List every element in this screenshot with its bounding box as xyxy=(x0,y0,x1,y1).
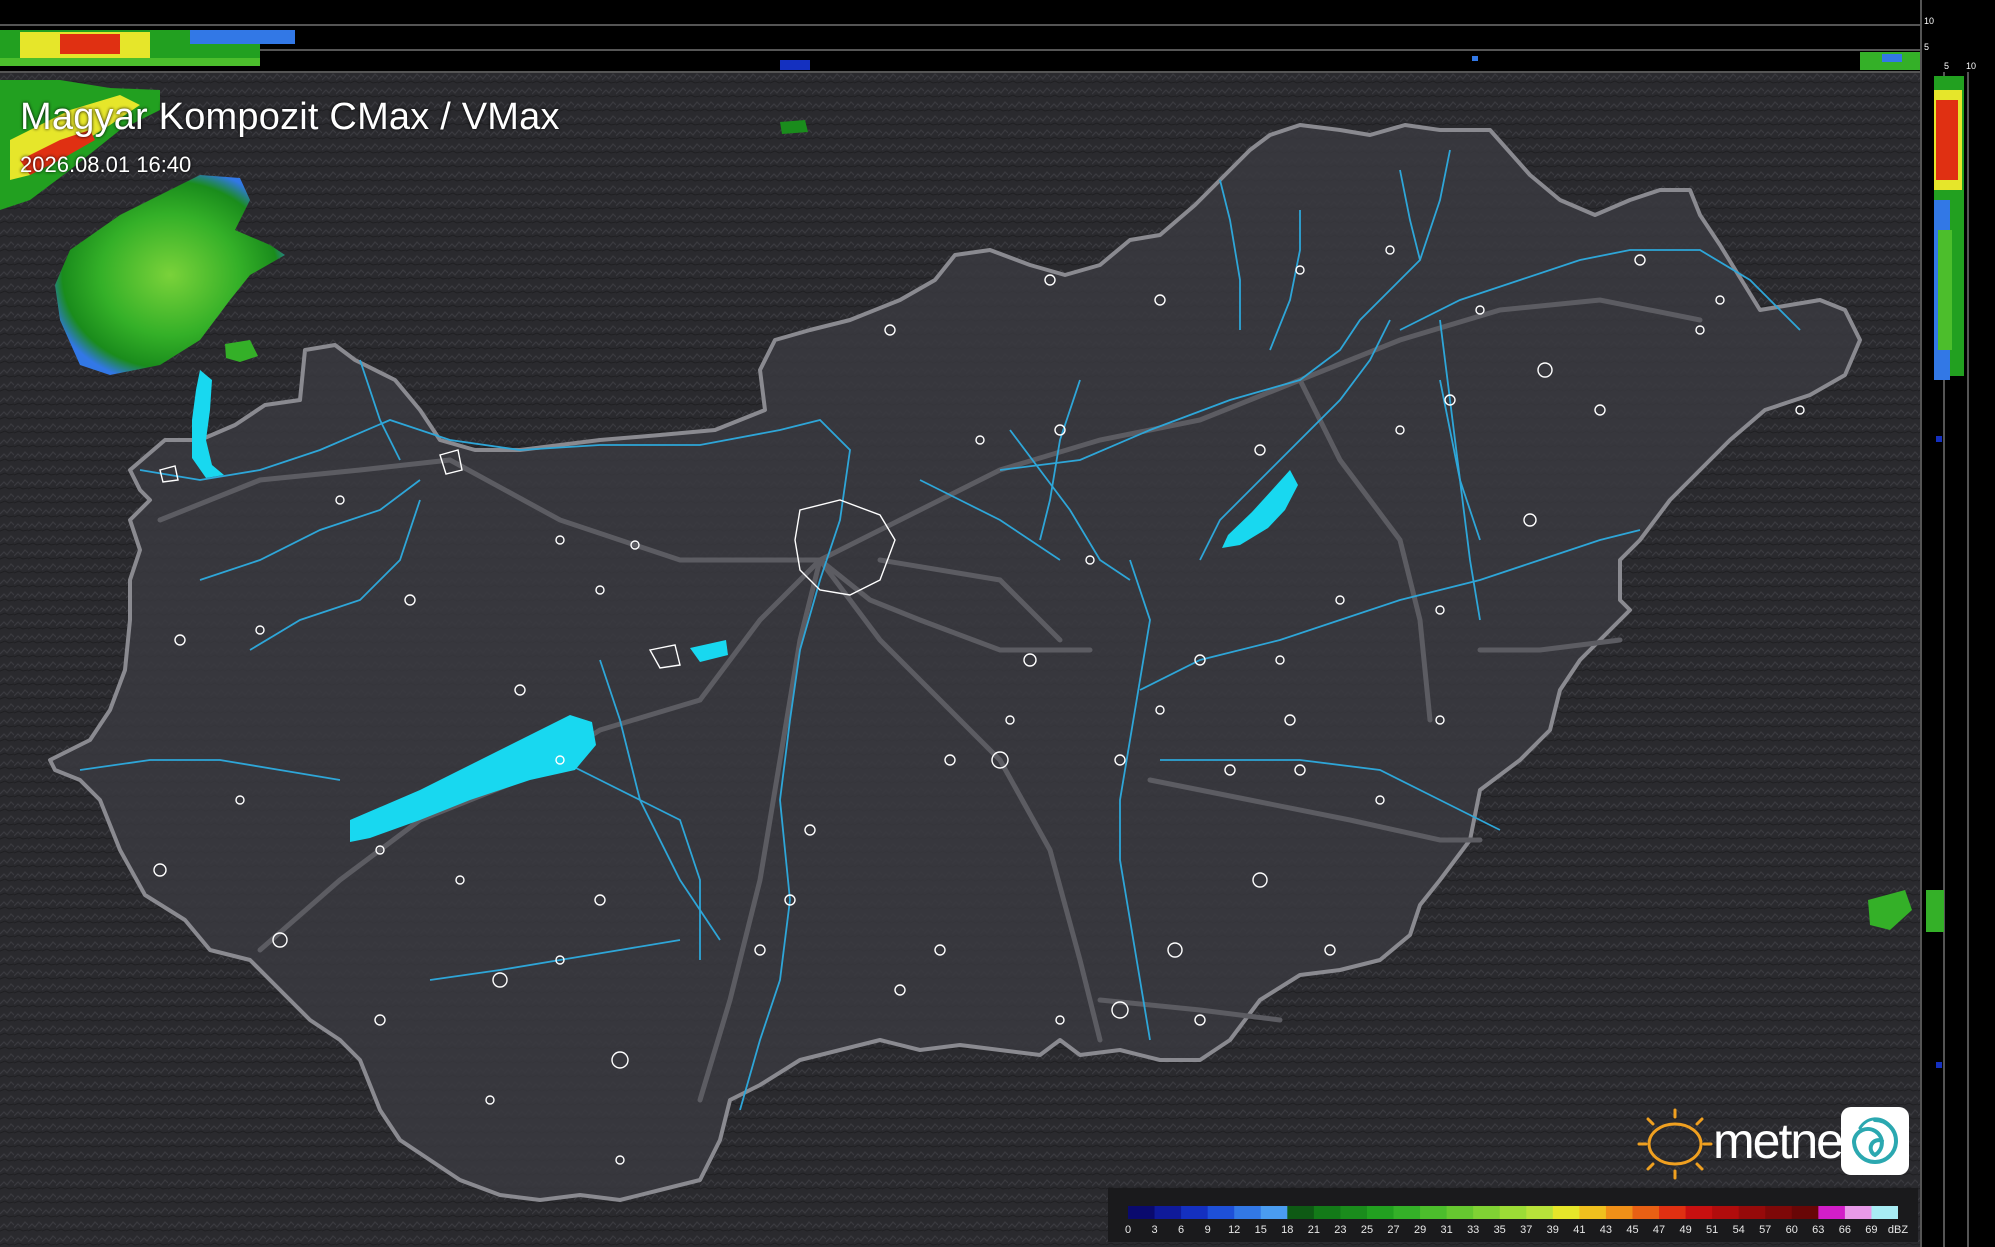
legend-swatch xyxy=(1659,1206,1687,1219)
legend-label: 12 xyxy=(1228,1224,1241,1236)
legend-swatch xyxy=(1366,1206,1395,1219)
dbz-legend: 0 3 6 9 12 15 18 21 23 25 27 29 31 33 35 37 39 41 43 45 47 49… xyxy=(1108,1188,1918,1242)
right-scale-tick-10: 10 xyxy=(1966,61,1977,71)
legend-swatch xyxy=(1207,1206,1235,1219)
map-title: Magyar Kompozit CMax / VMax xyxy=(20,96,560,138)
legend-swatch xyxy=(1712,1206,1740,1219)
legend-label: 29 xyxy=(1413,1224,1427,1236)
legend-swatch xyxy=(1791,1206,1819,1219)
legend-swatch xyxy=(1685,1206,1713,1219)
legend-labels: 0 3 6 9 12 15 18 21 23 25 27 29 31 33 35 37 39 41 43 45 47 49… xyxy=(1124,1224,1908,1240)
legend-swatch xyxy=(1632,1206,1660,1219)
legend-label: 6 xyxy=(1178,1224,1185,1236)
legend-label: 47 xyxy=(1652,1224,1666,1236)
legend-swatch xyxy=(1340,1206,1368,1219)
legend-swatch xyxy=(1154,1206,1182,1219)
brand-name: metnet xyxy=(1713,1113,1856,1169)
legend-label: 15 xyxy=(1254,1224,1267,1236)
top-scale-tick-10: 10 xyxy=(1924,16,1935,26)
top-scale-tick-5: 5 xyxy=(1924,42,1930,52)
legend-label: 31 xyxy=(1440,1224,1453,1236)
legend-swatch xyxy=(1579,1206,1607,1219)
map-timestamp: 2026.08.01 16:40 xyxy=(20,152,192,177)
legend-label: 33 xyxy=(1467,1224,1480,1236)
legend-label: 49 xyxy=(1679,1224,1692,1236)
right-scale-tick-5: 5 xyxy=(1944,61,1950,71)
legend-label: 69 xyxy=(1865,1224,1878,1236)
legend-swatch xyxy=(1818,1206,1846,1219)
legend-color-bar xyxy=(1128,1206,1898,1219)
legend-label: 0 xyxy=(1124,1224,1132,1236)
metnet-logo: metnet xyxy=(1635,1104,1910,1182)
legend-swatch xyxy=(1287,1206,1315,1219)
legend-label: 35 xyxy=(1493,1224,1506,1236)
legend-label: 23 xyxy=(1334,1224,1347,1236)
legend-swatch xyxy=(1871,1206,1898,1219)
legend-label: 43 xyxy=(1599,1224,1613,1236)
legend-swatch xyxy=(1738,1206,1766,1219)
legend-swatch xyxy=(1128,1206,1156,1219)
legend-label: 21 xyxy=(1307,1224,1321,1236)
legend-swatch xyxy=(1446,1206,1474,1219)
legend-swatch xyxy=(1234,1206,1262,1219)
legend-label: 37 xyxy=(1520,1224,1533,1236)
legend-label: 9 xyxy=(1204,1224,1211,1236)
swirl-icon xyxy=(1841,1107,1909,1175)
legend-swatch xyxy=(1313,1206,1341,1219)
legend-swatch xyxy=(1473,1206,1501,1219)
legend-label: 41 xyxy=(1573,1224,1586,1236)
sun-icon xyxy=(1637,1108,1713,1180)
legend-swatch xyxy=(1605,1206,1633,1219)
legend-swatch xyxy=(1765,1206,1793,1219)
radar-map: Magyar Kompozit CMax / VMax 2026.08.01 1… xyxy=(0,0,1995,1247)
legend-label: 25 xyxy=(1360,1224,1374,1236)
legend-swatch xyxy=(1499,1206,1527,1219)
legend-swatch xyxy=(1393,1206,1421,1219)
legend-swatch xyxy=(1181,1206,1209,1219)
legend-label: 18 xyxy=(1281,1224,1294,1236)
legend-label: dBZ xyxy=(1887,1224,1909,1236)
legend-label: 3 xyxy=(1151,1224,1158,1236)
legend-swatch xyxy=(1526,1206,1554,1219)
legend-label: 39 xyxy=(1546,1224,1559,1236)
legend-label: 66 xyxy=(1838,1224,1852,1236)
legend-swatch xyxy=(1552,1206,1580,1219)
map-canvas xyxy=(0,0,1995,1247)
legend-label: 60 xyxy=(1785,1224,1798,1236)
legend-label: 57 xyxy=(1759,1224,1772,1236)
legend-label: 63 xyxy=(1812,1224,1825,1236)
legend-swatch xyxy=(1844,1206,1872,1219)
legend-label: 45 xyxy=(1626,1224,1639,1236)
legend-label: 51 xyxy=(1705,1224,1719,1236)
legend-label: 27 xyxy=(1387,1224,1400,1236)
legend-label: 54 xyxy=(1732,1224,1745,1236)
legend-swatch xyxy=(1420,1206,1448,1219)
legend-swatch xyxy=(1260,1206,1288,1219)
